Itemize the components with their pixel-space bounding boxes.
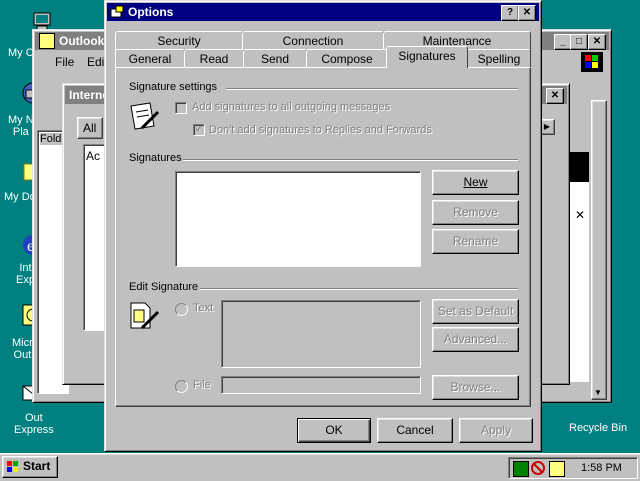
outlook-maximize-button[interactable]: □ (570, 34, 588, 50)
remove-signature-button[interactable]: Remove (432, 200, 519, 225)
outlook-vertical-scrollbar[interactable]: ▼ (591, 100, 607, 400)
scroll-down-arrow-icon[interactable]: ▼ (594, 388, 602, 397)
browse-button[interactable]: Browse... (432, 375, 519, 400)
tab-compose[interactable]: Compose (306, 49, 388, 69)
text-radio-label: Text (193, 302, 214, 314)
scheduler-tray-icon[interactable] (549, 461, 565, 477)
signatures-panel: Signature settings Add signatures to all… (115, 67, 531, 407)
outlook-close-button[interactable]: ✕ (588, 34, 606, 50)
options-app-icon (110, 5, 124, 19)
edit-signature-icon (128, 300, 162, 337)
signature-settings-label: Signature settings (129, 81, 218, 93)
signatures-group-label: Signatures (129, 152, 182, 164)
preview-close-icon[interactable]: ✕ (575, 208, 585, 222)
file-radio-button[interactable] (175, 380, 188, 393)
add-signatures-label: Add signatures to all outgoing messages (192, 101, 391, 113)
internet-tab-all[interactable]: All (77, 117, 103, 139)
tab-security[interactable]: Security (115, 31, 243, 51)
set-as-default-button[interactable]: Set as Default (432, 299, 519, 324)
dont-add-replies-checkbox[interactable]: ✓ (193, 124, 205, 136)
options-close-button[interactable]: ✕ (518, 5, 536, 21)
tab-send[interactable]: Send (243, 49, 307, 69)
outlook-title: Outlook (59, 34, 105, 48)
outlook-desktop-label: Micr Out (12, 337, 33, 361)
text-radio-button[interactable] (175, 303, 188, 316)
new-signature-button[interactable]: New (432, 170, 519, 195)
options-title: Options (128, 5, 174, 19)
tab-spelling[interactable]: Spelling (467, 49, 531, 69)
my-computer-label: My C (8, 47, 34, 59)
internet-col-header: Ac (86, 149, 101, 163)
network-label: My N Pla (8, 114, 34, 138)
edit-signature-label: Edit Signature (129, 281, 199, 293)
signature-pen-icon (128, 100, 162, 137)
signature-text-area[interactable] (221, 300, 421, 368)
volume-tray-icon[interactable] (531, 461, 545, 475)
outlook-menu-file[interactable]: File (55, 55, 74, 69)
internet-title: Interne (69, 88, 110, 102)
tab-connection[interactable]: Connection (242, 31, 384, 51)
system-tray: 1:58 PM (508, 457, 638, 479)
add-signatures-checkbox[interactable] (175, 102, 187, 114)
my-documents-label: My Do (4, 191, 36, 203)
apply-button[interactable]: Apply (459, 418, 533, 443)
recycle-bin-label: Recycle Bin (569, 422, 628, 434)
signature-file-field[interactable] (221, 376, 421, 394)
file-radio-label: File (193, 379, 211, 391)
tab-read[interactable]: Read (184, 49, 244, 69)
advanced-button[interactable]: Advanced... (432, 327, 519, 352)
tab-signatures[interactable]: Signatures (386, 46, 468, 68)
start-button[interactable]: Start (2, 456, 58, 478)
ok-button[interactable]: OK (297, 418, 371, 443)
windows-logo-icon (581, 52, 603, 72)
outlook-app-icon (39, 33, 55, 49)
clock[interactable]: 1:58 PM (581, 462, 622, 474)
signatures-list[interactable] (175, 171, 421, 267)
options-titlebar[interactable]: Options ? ✕ (107, 3, 539, 21)
options-help-button[interactable]: ? (501, 5, 519, 21)
windows-flag-icon (6, 460, 20, 473)
tab-general[interactable]: General (115, 49, 185, 69)
rename-signature-button[interactable]: Rename (432, 229, 519, 254)
taskbar: Start 1:58 PM (0, 453, 640, 481)
cancel-button[interactable]: Cancel (377, 418, 453, 443)
internet-close-button[interactable]: ✕ (546, 88, 564, 104)
dont-add-replies-label: Don't add signatures to Replies and Forw… (209, 124, 432, 136)
options-dialog[interactable]: Options ? ✕ Security Connection Maintena… (104, 0, 542, 452)
network-tray-icon[interactable] (513, 461, 529, 477)
outlook-express-label: Out Express (14, 412, 54, 436)
